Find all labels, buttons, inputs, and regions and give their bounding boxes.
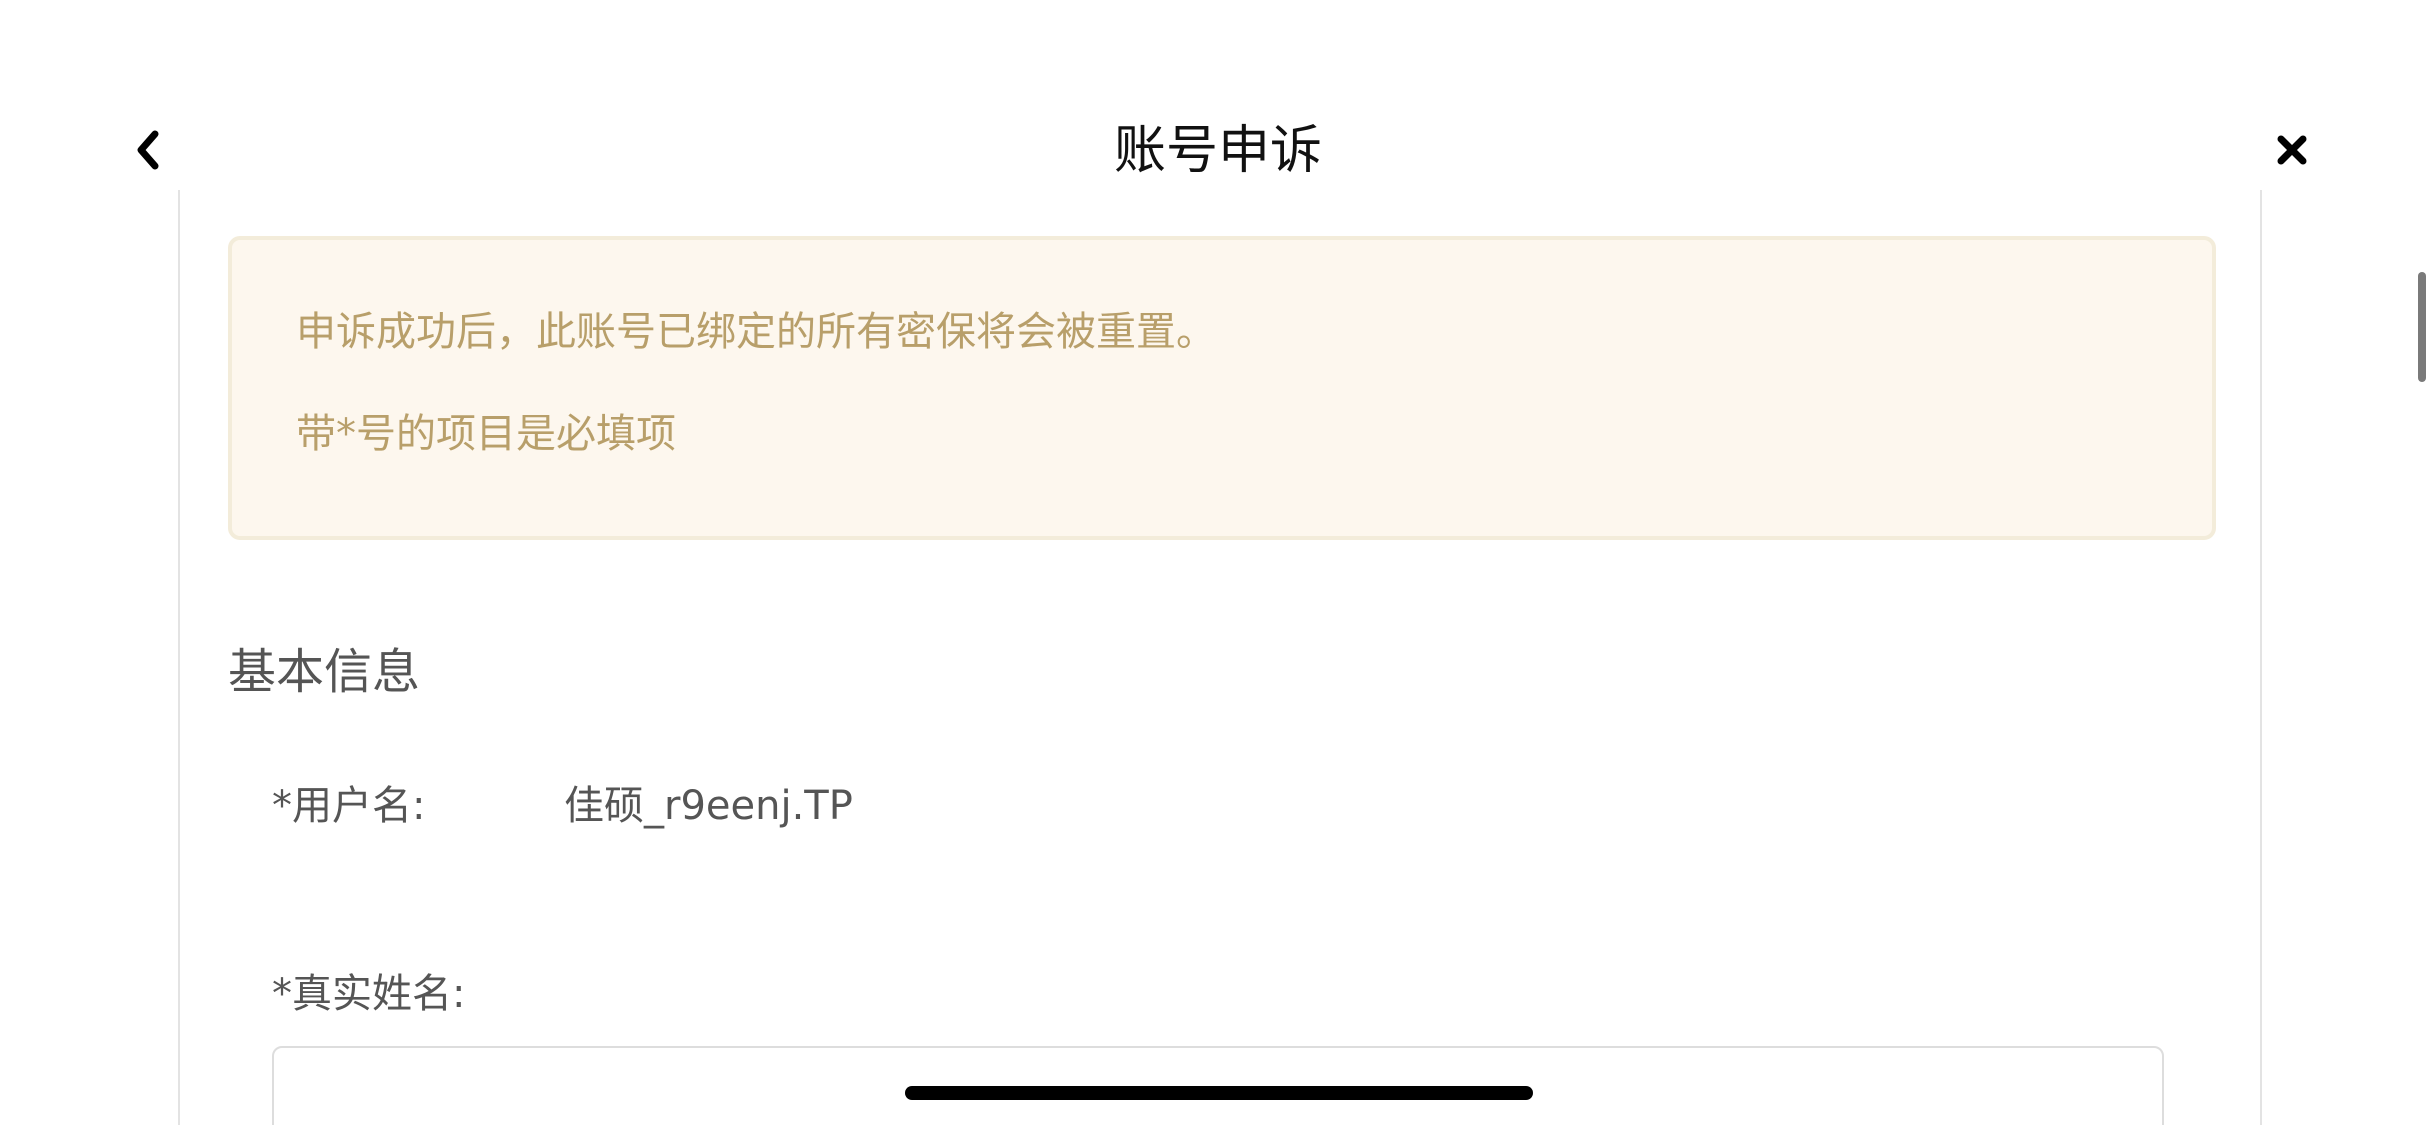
appeal-screen: 账号申诉 申诉成功后，此账号已绑定的所有密保将会被重置。 带*号的项目是必填项 … <box>0 0 2436 1125</box>
notice-box: 申诉成功后，此账号已绑定的所有密保将会被重置。 带*号的项目是必填项 <box>228 236 2216 540</box>
section-title-basic-info: 基本信息 <box>228 644 421 700</box>
username-value: 佳硕_r9eenj.TP <box>564 783 853 829</box>
page-title: 账号申诉 <box>1113 121 1322 181</box>
scrollbar-thumb[interactable] <box>2418 272 2426 382</box>
content-panel: 申诉成功后，此账号已绑定的所有密保将会被重置。 带*号的项目是必填项 基本信息 … <box>178 190 2262 1125</box>
close-button[interactable] <box>2268 128 2316 176</box>
home-indicator <box>905 1086 1533 1100</box>
notice-reset-text: 申诉成功后，此账号已绑定的所有密保将会被重置。 <box>296 309 1216 355</box>
notice-required-text: 带*号的项目是必填项 <box>296 411 676 457</box>
username-label: *用户名: <box>272 783 426 829</box>
navigation-bar: 账号申诉 <box>0 0 2436 190</box>
realname-label: *真实姓名: <box>272 971 466 1017</box>
close-icon <box>2276 134 2308 170</box>
